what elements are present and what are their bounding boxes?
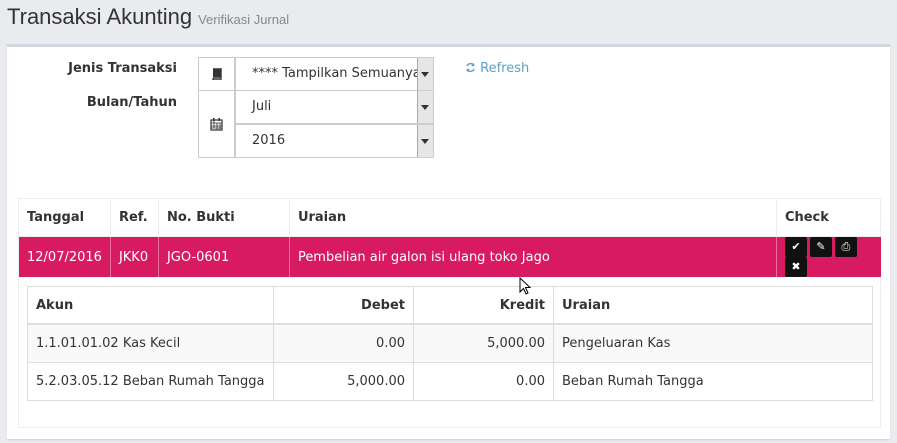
detail-row: 1.1.01.01.02 Kas Kecil 0.00 5,000.00 Pen… (28, 323, 872, 363)
jenis-transaksi-select[interactable]: **** Tampilkan Semuanya (235, 57, 434, 91)
col-check: Check (776, 199, 881, 237)
bulan-tahun-label: Bulan/Tahun (86, 95, 177, 110)
check-button[interactable]: ✔ (784, 237, 807, 257)
bulan-value: Juli (252, 99, 272, 114)
cell-debet: 5,000.00 (273, 362, 414, 400)
table-header-row: Tanggal Ref. No. Bukti Uraian Check (19, 199, 881, 237)
print-icon: ⎙ (841, 240, 851, 253)
detail-row: 5.2.03.05.12 Beban Rumah Tangga 5,000.00… (28, 362, 872, 400)
detail-table: Akun Debet Kredit Uraian 1.1.01.01.02 Ka… (27, 286, 873, 401)
col-no-bukti: No. Bukti (158, 199, 290, 237)
page-title: Transaksi Akunting Verifikasi Jurnal (7, 4, 289, 30)
tahun-select[interactable]: 2016 (235, 124, 434, 158)
jenis-transaksi-value: **** Tampilkan Semuanya (252, 66, 421, 81)
cell-detail-uraian: Pengeluaran Kas (553, 323, 872, 363)
close-icon: ✖ (791, 260, 801, 273)
jenis-transaksi-label: Jenis Transaksi (68, 61, 177, 76)
edit-button[interactable]: ✎ (809, 237, 832, 257)
refresh-link[interactable]: Refresh (465, 61, 529, 76)
pencil-icon: ✎ (816, 240, 826, 253)
cell-ref: JKK0 (110, 236, 159, 277)
check-icon: ✔ (791, 240, 801, 253)
cell-tanggal: 12/07/2016 (19, 236, 111, 277)
refresh-label: Refresh (480, 61, 530, 76)
detail-header-row: Akun Debet Kredit Uraian (28, 287, 872, 325)
col-akun: Akun (28, 287, 274, 325)
col-detail-uraian: Uraian (553, 287, 872, 325)
cell-no-bukti: JGO-0601 (158, 236, 290, 277)
calendar-icon (198, 90, 235, 158)
col-ref: Ref. (110, 199, 159, 237)
page-subtitle: Verifikasi Jurnal (198, 12, 290, 27)
chevron-down-icon[interactable] (417, 91, 433, 123)
tahun-value: 2016 (252, 133, 286, 148)
print-button[interactable]: ⎙ (834, 237, 857, 257)
cell-akun: 5.2.03.05.12 Beban Rumah Tangga (28, 362, 274, 400)
cell-kredit: 0.00 (413, 362, 554, 400)
book-icon (198, 57, 235, 91)
refresh-icon (465, 61, 480, 76)
delete-button[interactable]: ✖ (784, 257, 807, 277)
col-debet: Debet (273, 287, 414, 325)
jurnal-table: Tanggal Ref. No. Bukti Uraian Check 12/0… (18, 198, 881, 428)
table-row[interactable]: 12/07/2016 JKK0 JGO-0601 Pembelian air g… (19, 236, 881, 277)
col-kredit: Kredit (413, 287, 554, 325)
col-uraian: Uraian (289, 199, 777, 237)
chevron-down-icon[interactable] (417, 125, 433, 157)
col-tanggal: Tanggal (19, 199, 111, 237)
cell-akun: 1.1.01.01.02 Kas Kecil (28, 323, 274, 363)
cell-actions: ✔ ✎ ⎙ ✖ (776, 236, 881, 277)
cell-uraian: Pembelian air galon isi ulang toko Jago (289, 236, 777, 277)
cell-detail-uraian: Beban Rumah Tangga (553, 362, 872, 400)
filter-panel: Jenis Transaksi Bulan/Tahun **** Tampilk… (7, 44, 890, 439)
bulan-select[interactable]: Juli (235, 90, 434, 124)
chevron-down-icon[interactable] (417, 58, 433, 90)
cell-kredit: 5,000.00 (413, 323, 554, 363)
cell-debet: 0.00 (273, 323, 414, 363)
page-title-text: Transaksi Akunting (7, 4, 193, 29)
